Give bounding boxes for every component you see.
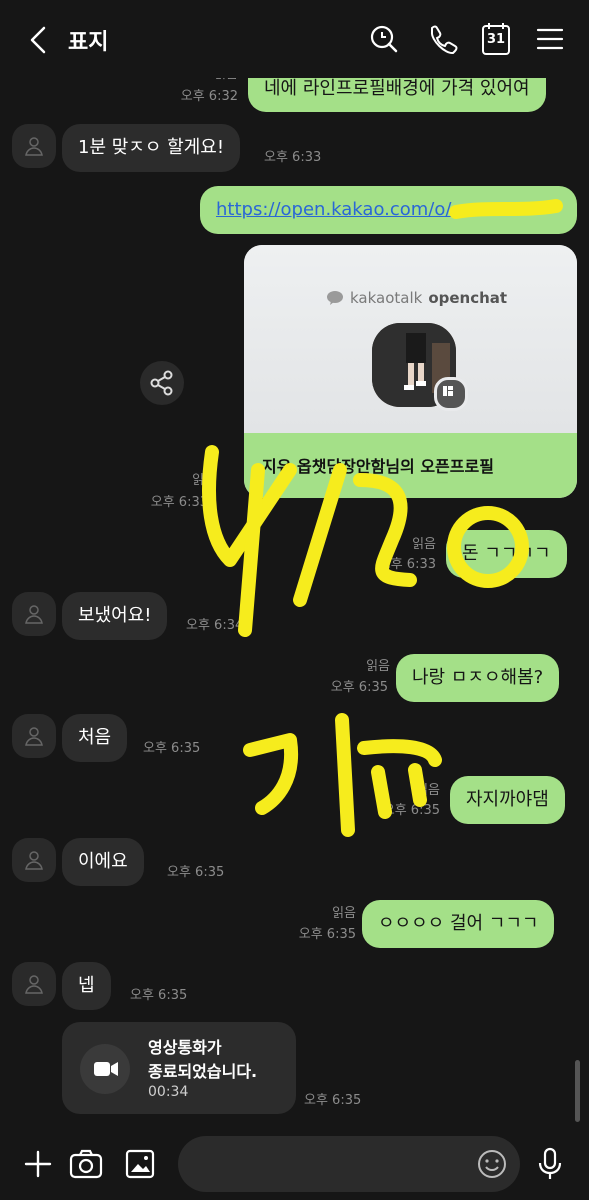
read-receipt: 읽음 [366, 659, 390, 674]
message-time: 오후 6:35 [143, 741, 201, 756]
emoji-button[interactable] [472, 1144, 512, 1184]
message-time: 오후 6:35 [167, 865, 225, 880]
profile-placeholder-icon [25, 851, 43, 870]
microphone-icon [538, 1147, 562, 1179]
message-time: 오후 6:32 [180, 89, 238, 104]
card-footer: 지유 옵챗담장안함님의 오픈프로필 [244, 433, 577, 498]
calendar-button[interactable]: 31 [478, 20, 514, 58]
back-arrow-icon [30, 26, 46, 54]
read-receipt: 읽음 [416, 783, 440, 798]
profile-badge-icon [434, 377, 468, 411]
avatar[interactable] [12, 592, 56, 636]
message-time: 오후 6:35 [382, 803, 440, 818]
plus-button[interactable] [18, 1144, 58, 1184]
message-time: 오후 6:35 [304, 1093, 362, 1108]
gallery-button[interactable] [120, 1144, 160, 1184]
other-message[interactable]: 넵 [62, 962, 111, 1010]
video-call-ended-message[interactable]: 영상통화가 종료되었습니다. 00:34 [62, 1022, 296, 1114]
kakao-chat-icon [327, 291, 343, 305]
call-button[interactable] [424, 20, 460, 58]
avatar[interactable] [12, 714, 56, 758]
other-message[interactable]: 처음 [62, 714, 128, 762]
share-icon [150, 370, 173, 396]
message-input[interactable] [178, 1136, 520, 1192]
open-profile-card[interactable]: kakaotalk openchat 지유 옵챗담장안함님의 오픈프로필 [244, 245, 577, 498]
read-receipt: 읽음 [412, 537, 436, 552]
message-time: 오후 6:35 [298, 927, 356, 942]
message-time: 오후 6:35 [130, 988, 188, 1003]
message-time: 오후 6:34 [186, 618, 244, 633]
input-bar [0, 1128, 589, 1200]
calendar-day: 31 [486, 32, 506, 47]
search-icon [370, 25, 398, 53]
read-receipt: 읽음 [192, 473, 216, 488]
my-message[interactable]: 나랑 ㅁㅈㅇ해봄? [396, 654, 560, 702]
search-button[interactable] [366, 20, 402, 58]
link-message[interactable]: https://open.kakao.com/o/ [200, 186, 577, 234]
menu-icon [536, 28, 564, 50]
microphone-button[interactable] [530, 1144, 570, 1184]
message-time: 오후 6:33 [264, 150, 322, 165]
card-brand: kakaotalk openchat [326, 289, 507, 307]
other-message[interactable]: 1분 맞ㅈㅇ 할게요! [62, 124, 241, 172]
my-message[interactable]: ㅇㅇㅇㅇ 걸어 ㄱㄱㄱ [362, 900, 555, 948]
avatar[interactable] [12, 962, 56, 1006]
avatar[interactable] [12, 838, 56, 882]
video-call-icon [80, 1044, 130, 1094]
share-button[interactable] [140, 361, 184, 405]
phone-icon [431, 25, 458, 54]
plus-icon [24, 1150, 52, 1178]
call-status-line2: 종료되었습니다. [148, 1062, 258, 1081]
camera-icon [69, 1149, 103, 1179]
message-time: 오후 6:33 [378, 557, 436, 572]
profile-placeholder-icon [25, 975, 43, 994]
menu-button[interactable] [532, 20, 568, 58]
profile-placeholder-icon [25, 727, 43, 746]
card-title: 지유 옵챗담장안함님의 오픈프로필 [262, 457, 494, 476]
chat-title: 표지 [68, 30, 109, 55]
call-status-line1: 영상통화가 [148, 1038, 222, 1057]
call-duration: 00:34 [148, 1084, 189, 1100]
profile-placeholder-icon [25, 605, 43, 624]
back-button[interactable] [24, 22, 54, 58]
my-message[interactable]: 돈 ㄱㄱㄱㄱ [446, 530, 567, 578]
chat-area[interactable]: 읽음 오후 6:32 네에 라인프로필배경에 가격 있어여 1분 맞ㅈㅇ 할게요… [0, 0, 589, 1128]
scrollbar[interactable] [575, 1060, 580, 1122]
other-message[interactable]: 이에요 [62, 838, 144, 886]
open-chat-link[interactable]: https://open.kakao.com/o/ [216, 198, 451, 222]
other-message[interactable]: 보냈어요! [62, 592, 168, 640]
message-time: 오후 6:35 [330, 680, 388, 695]
card-preview: kakaotalk openchat [244, 245, 577, 433]
my-message[interactable]: 자지까야댐 [450, 776, 565, 824]
message-time: 오후 6:33 [150, 495, 208, 510]
profile-placeholder-icon [25, 137, 43, 156]
camera-button[interactable] [66, 1144, 106, 1184]
read-receipt: 읽음 [332, 906, 356, 921]
avatar[interactable] [12, 124, 56, 168]
chat-header: 표지 31 [0, 0, 589, 78]
emoji-icon [478, 1150, 506, 1178]
gallery-icon [125, 1149, 155, 1179]
